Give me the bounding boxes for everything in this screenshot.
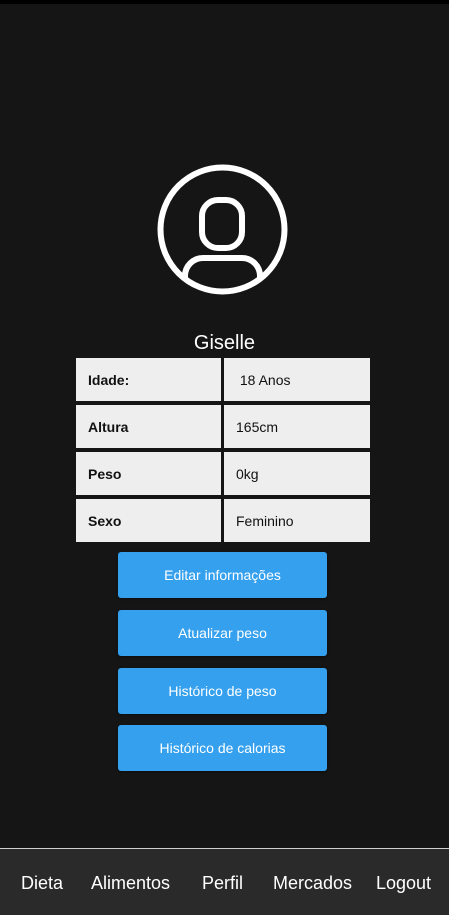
- bottom-navigation: Dieta Alimentos Perfil Mercados Logout: [0, 849, 449, 915]
- nav-item-logout[interactable]: Logout: [376, 873, 431, 894]
- nav-item-mercados[interactable]: Mercados: [273, 873, 352, 894]
- info-row-peso: Peso 0kg: [76, 452, 370, 495]
- update-weight-button[interactable]: Atualizar peso: [118, 610, 327, 656]
- info-value: Feminino: [224, 499, 370, 542]
- weight-history-button[interactable]: Histórico de peso: [118, 668, 327, 714]
- info-value: 0kg: [224, 452, 370, 495]
- profile-info-table: Idade: 18 Anos Altura 165cm Peso 0kg Sex…: [76, 358, 370, 546]
- info-label: Peso: [76, 452, 221, 495]
- nav-item-alimentos[interactable]: Alimentos: [91, 873, 170, 894]
- user-avatar-icon: [157, 164, 288, 295]
- profile-name: Giselle: [193, 332, 256, 354]
- info-row-sexo: Sexo Feminino: [76, 499, 370, 542]
- edit-info-button[interactable]: Editar informações: [118, 552, 327, 598]
- info-label: Idade:: [76, 358, 221, 401]
- info-value: 18 Anos: [224, 358, 370, 401]
- nav-item-perfil[interactable]: Perfil: [202, 873, 243, 894]
- nav-item-dieta[interactable]: Dieta: [21, 873, 63, 894]
- info-label: Sexo: [76, 499, 221, 542]
- info-row-idade: Idade: 18 Anos: [76, 358, 370, 401]
- info-row-altura: Altura 165cm: [76, 405, 370, 448]
- calorie-history-button[interactable]: Histórico de calorias: [118, 725, 327, 771]
- info-value: 165cm: [224, 405, 370, 448]
- info-label: Altura: [76, 405, 221, 448]
